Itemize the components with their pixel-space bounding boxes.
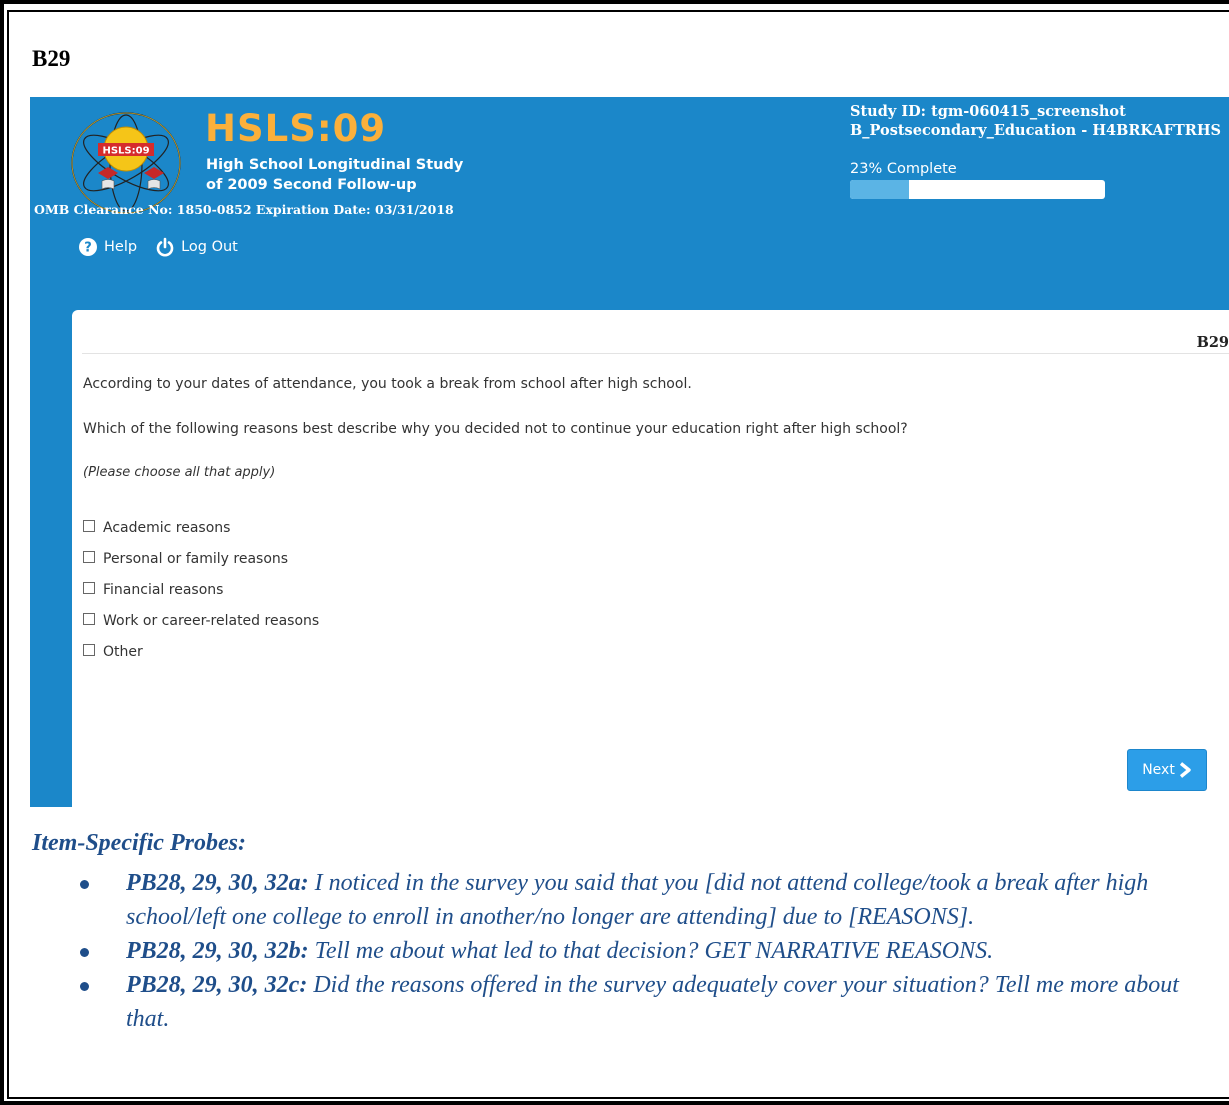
next-label: Next [1142,762,1175,778]
option-academic[interactable]: Academic reasons [83,512,319,543]
bullet-icon [80,948,89,957]
progress-bar [850,180,1105,199]
probe-item: PB28, 29, 30, 32a: I noticed in the surv… [80,866,1220,934]
study-title: HSLS:09 [205,107,387,150]
section-name: B_Postsecondary_Education - H4BRKAFTRHS [850,122,1221,139]
study-info: Study ID: tgm-060415_screenshot B_Postse… [850,102,1221,140]
logo-text: HSLS:09 [102,146,149,157]
survey-banner: HSLS:09 HSLS:09 High School Longitudinal… [30,97,1229,807]
study-id: Study ID: tgm-060415_screenshot [850,103,1126,120]
question-prompt: Which of the following reasons best desc… [83,421,908,437]
question-intro: According to your dates of attendance, y… [83,376,692,392]
option-list: Academic reasons Personal or family reas… [83,512,319,667]
probe-list: PB28, 29, 30, 32a: I noticed in the surv… [80,866,1220,1036]
help-icon: ? [79,238,97,256]
chevron-right-icon [1179,762,1191,778]
option-label: Financial reasons [103,581,224,598]
next-button[interactable]: Next [1127,749,1207,791]
divider [82,353,1229,354]
checkbox[interactable] [83,520,95,532]
probes-title: Item-Specific Probes: [32,830,246,856]
option-label: Other [103,643,143,660]
option-label: Work or career-related reasons [103,612,320,629]
checkbox[interactable] [83,613,95,625]
progress-label: 23% Complete [850,161,957,177]
logout-link[interactable]: Log Out [155,237,238,257]
bullet-icon [80,880,89,889]
option-label: Personal or family reasons [103,550,289,567]
option-other[interactable]: Other [83,636,319,667]
option-financial[interactable]: Financial reasons [83,574,319,605]
probe-label: PB28, 29, 30, 32b: [126,938,309,964]
subtitle-line-1: High School Longitudinal Study [206,157,464,173]
question-card: B29 According to your dates of attendanc… [72,310,1229,807]
page-label: B29 [32,46,71,71]
probe-item: PB28, 29, 30, 32c: Did the reasons offer… [80,968,1220,1036]
subtitle-line-2: of 2009 Second Follow-up [206,177,417,193]
help-label: Help [104,239,138,255]
question-id: B29 [1196,334,1229,351]
probe-label: PB28, 29, 30, 32c: [126,972,308,998]
top-nav: ? Help Log Out [78,237,238,257]
study-subtitle: High School Longitudinal Study of 2009 S… [206,155,506,195]
bullet-icon [80,982,89,991]
svg-text:?: ? [84,241,92,256]
option-personal-family[interactable]: Personal or family reasons [83,543,319,574]
probe-text: Tell me about what led to that decision?… [308,938,994,964]
option-work-career[interactable]: Work or career-related reasons [83,605,319,636]
progress-fill [850,180,909,199]
omb-clearance: OMB Clearance No: 1850-0852 Expiration D… [34,202,454,217]
question-instruction: (Please choose all that apply) [83,465,276,480]
probe-label: PB28, 29, 30, 32a: [126,870,309,896]
checkbox[interactable] [83,644,95,656]
probe-item: PB28, 29, 30, 32b: Tell me about what le… [80,934,1220,968]
power-icon [156,237,174,257]
checkbox[interactable] [83,551,95,563]
option-label: Academic reasons [103,519,231,536]
help-link[interactable]: ? Help [78,237,137,257]
checkbox[interactable] [83,582,95,594]
logout-label: Log Out [181,239,238,255]
